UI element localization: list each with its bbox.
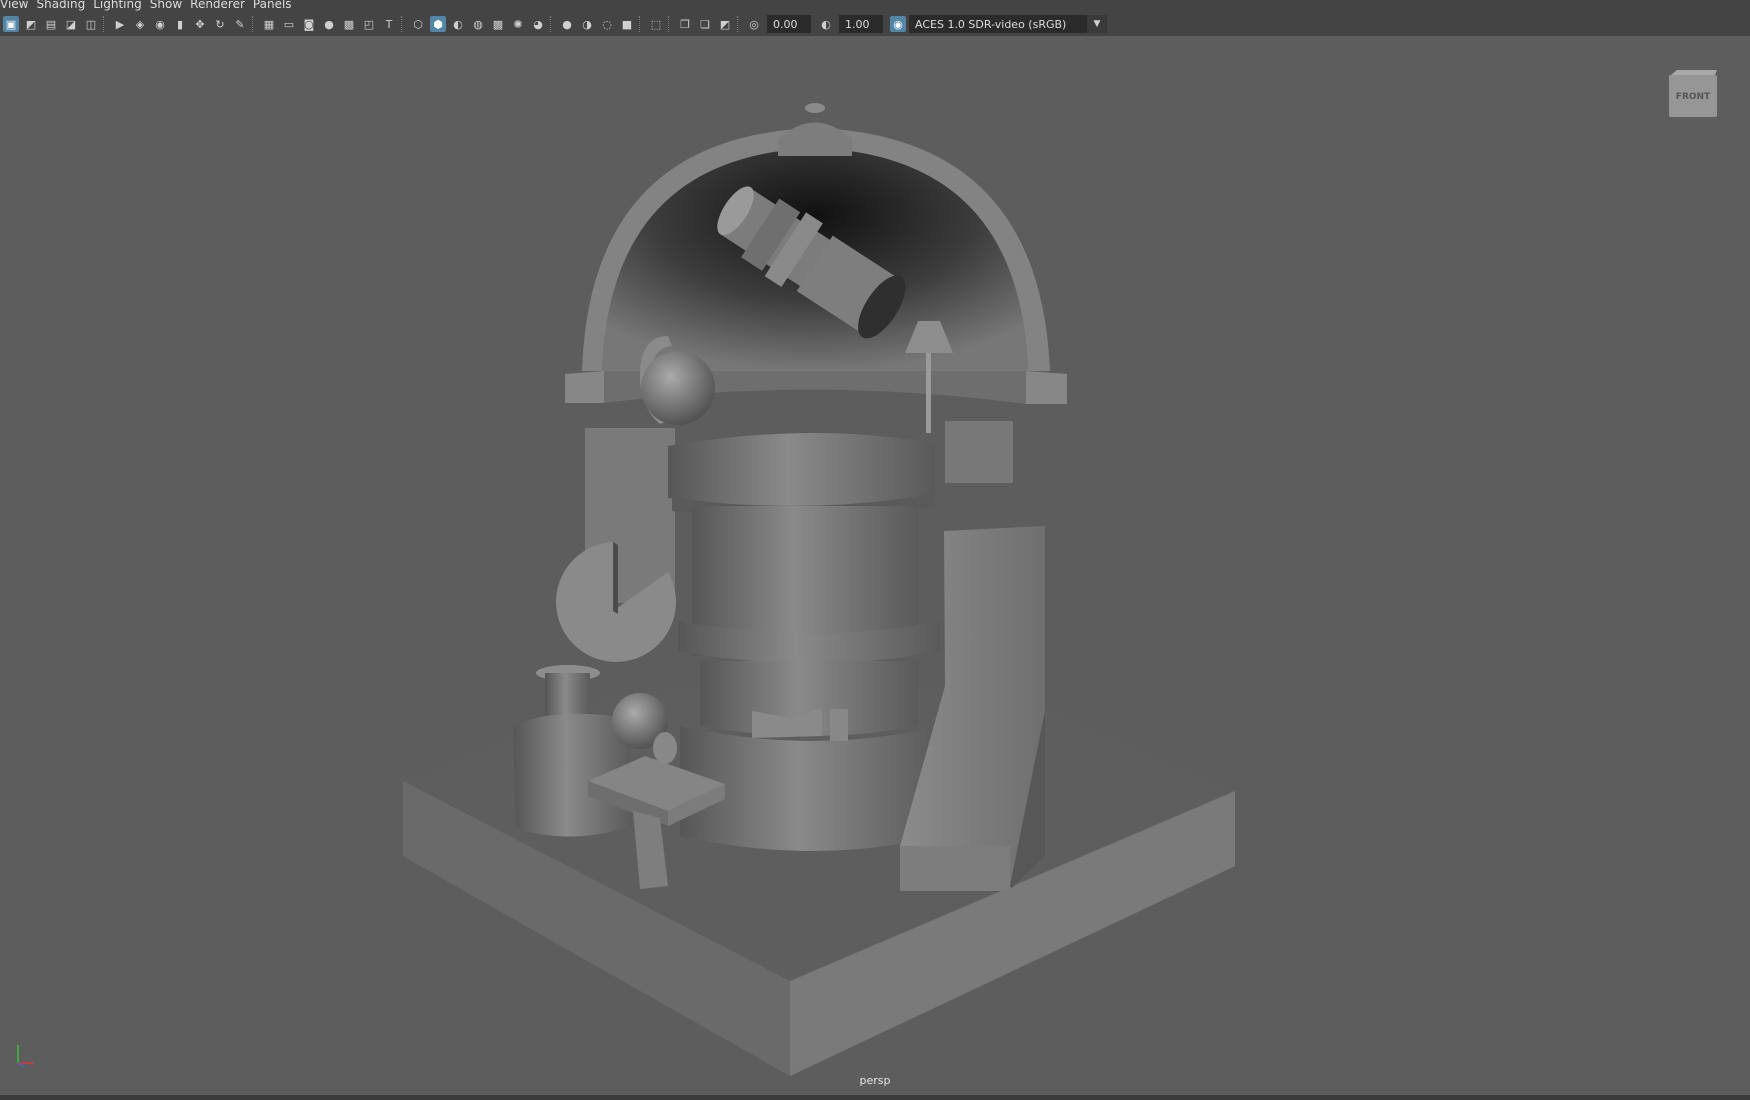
film-gate-icon[interactable]: ▭ [281, 16, 297, 32]
exposure-field[interactable]: 0.00 [767, 15, 811, 33]
chevron-down-icon: ▼ [1087, 15, 1107, 33]
image-plane-icon[interactable]: ◪ [63, 16, 79, 32]
menu-show[interactable]: Show [150, 0, 190, 10]
resolution-gate-icon[interactable]: ◙ [301, 16, 317, 32]
use-default-material-icon[interactable]: ◐ [450, 16, 466, 32]
toolbar-separator [639, 16, 642, 32]
menu-lighting[interactable]: Lighting [93, 0, 150, 10]
field-chart-icon[interactable]: ▩ [341, 16, 357, 32]
gamma-field[interactable]: 1.00 [839, 15, 883, 33]
panel-toolbar: ▣ ◩ ▤ ◪ ◫ ▶ ◈ ◉ ▮ ✥ ↻ ✎ ▦ ▭ ◙ ● ▩ ◰ T ⬡ … [0, 12, 1750, 36]
safe-title-icon[interactable]: T [381, 16, 397, 32]
view-transform-dropdown[interactable]: ACES 1.0 SDR-video (sRGB) ▼ [909, 15, 1107, 33]
maya-viewport-panel: View Shading Lighting Show Renderer Pane… [0, 0, 1750, 1100]
panel-menu-bar: View Shading Lighting Show Renderer Pane… [0, 0, 1750, 11]
camera-attributes-icon[interactable]: ◩ [23, 16, 39, 32]
shadows-icon[interactable]: ◕ [530, 16, 546, 32]
rotate-icon[interactable]: ↻ [212, 16, 228, 32]
scene-render[interactable] [0, 36, 1750, 1095]
exposure-icon[interactable]: ◎ [746, 16, 762, 32]
panel-bottom-border [0, 1095, 1750, 1100]
toolbar-separator [103, 16, 106, 32]
bottle [513, 665, 632, 837]
pencil-icon[interactable]: ✎ [232, 16, 248, 32]
grease-pencil-icon[interactable]: ▶ [112, 16, 128, 32]
color-management-icon[interactable]: ◉ [890, 16, 906, 32]
use-all-lights-icon[interactable]: ✺ [510, 16, 526, 32]
move-icon[interactable]: ✥ [192, 16, 208, 32]
smooth-shade-icon[interactable]: ⬢ [430, 16, 446, 32]
toolbar-separator [668, 16, 671, 32]
wireframe-icon[interactable]: ⬡ [410, 16, 426, 32]
toolbar-separator [737, 16, 740, 32]
2d-pan-zoom-icon[interactable]: ◫ [83, 16, 99, 32]
safe-action-icon[interactable]: ◰ [361, 16, 377, 32]
motion-blur-icon[interactable]: ◑ [579, 16, 595, 32]
toolbar-separator [550, 16, 553, 32]
menu-view[interactable]: View [0, 0, 36, 10]
view-transform-value: ACES 1.0 SDR-video (sRGB) [915, 17, 1067, 31]
menu-panels[interactable]: Panels [253, 0, 300, 10]
xray-icon[interactable]: ❐ [677, 16, 693, 32]
textured-icon[interactable]: ▩ [490, 16, 506, 32]
isolate-select-icon[interactable]: ⬚ [648, 16, 664, 32]
camera-icon[interactable]: ◈ [132, 16, 148, 32]
movie-camera-icon[interactable]: ◉ [152, 16, 168, 32]
depth-of-field-icon[interactable]: ■ [619, 16, 635, 32]
xray-active-icon[interactable]: ◩ [717, 16, 733, 32]
multisample-aa-icon[interactable]: ◌ [599, 16, 615, 32]
select-camera-icon[interactable]: ▣ [3, 16, 19, 32]
bookmark-icon[interactable]: ▮ [172, 16, 188, 32]
view-cube[interactable]: FRONT [1667, 67, 1719, 119]
gate-mask-icon[interactable]: ● [321, 16, 337, 32]
screen-space-ao-icon[interactable]: ● [559, 16, 575, 32]
camera-name-label: persp [859, 1074, 891, 1087]
grid-icon[interactable]: ▦ [261, 16, 277, 32]
gamma-icon[interactable]: ◐ [818, 16, 834, 32]
view-cube-label: FRONT [1675, 92, 1711, 102]
toolbar-separator [252, 16, 255, 32]
menu-renderer[interactable]: Renderer [190, 0, 253, 10]
axis-gizmo-icon [17, 1045, 34, 1068]
bookmarks-icon[interactable]: ▤ [43, 16, 59, 32]
wireframe-on-shaded-icon[interactable]: ◍ [470, 16, 486, 32]
toolbar-separator [401, 16, 404, 32]
3d-viewport[interactable]: FRONT persp [0, 36, 1750, 1095]
menu-shading[interactable]: Shading [36, 0, 93, 10]
xray-joints-icon[interactable]: ❏ [697, 16, 713, 32]
